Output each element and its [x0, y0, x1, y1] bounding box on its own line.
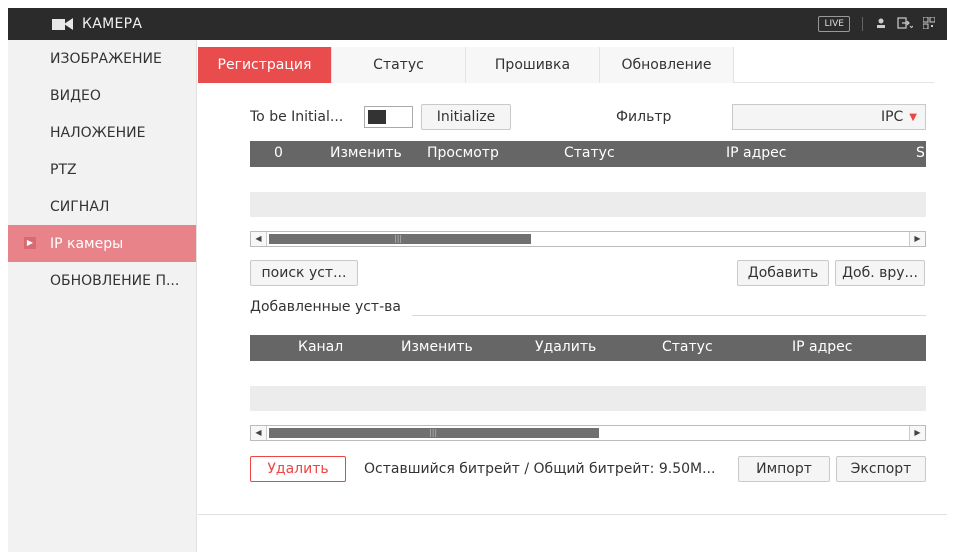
sidebar-item-label: ОБНОВЛЕНИЕ П...	[50, 272, 180, 289]
sidebar-item-ip-cameras[interactable]: ▶ IP камеры	[8, 225, 196, 262]
bitrate-text: Оставшийся битрейт / Общий битрейт: 9.50…	[364, 461, 716, 477]
sidebar-item-label: IP камеры	[50, 235, 124, 252]
column-header[interactable]: S	[916, 145, 925, 161]
delete-button[interactable]: Удалить	[250, 456, 346, 482]
filter-select[interactable]: IPC ▼	[732, 104, 926, 130]
column-header[interactable]: Удалить	[535, 339, 596, 355]
added-devices-title: Добавленные уст-ва	[250, 299, 401, 315]
column-header[interactable]: Просмотр	[427, 145, 499, 161]
tab-bar: Регистрация Статус Прошивка Обновление	[198, 47, 934, 83]
table-header: 0 Изменить Просмотр Статус IP адрес S	[250, 141, 926, 167]
chevron-down-icon: ▼	[909, 111, 917, 123]
column-header[interactable]: Изменить	[401, 339, 473, 355]
column-header[interactable]: Канал	[298, 339, 343, 355]
sidebar-item-label: ИЗОБРАЖЕНИЕ	[50, 50, 162, 67]
footer-divider	[198, 514, 947, 515]
uninitialized-toggle[interactable]	[364, 106, 413, 128]
camera-icon	[52, 17, 74, 31]
user-icon[interactable]	[875, 17, 887, 32]
scroll-left-icon[interactable]: ◀	[251, 426, 267, 440]
table-row[interactable]	[250, 386, 926, 411]
sidebar-item-signal[interactable]: СИГНАЛ	[8, 188, 196, 225]
scroll-right-icon[interactable]: ▶	[909, 426, 925, 440]
table-row[interactable]	[250, 411, 926, 425]
sidebar-item-label: СИГНАЛ	[50, 198, 110, 215]
added-devices-table: Канал Изменить Удалить Статус IP адрес ◀…	[250, 335, 926, 441]
page-title: КАМЕРА	[82, 16, 143, 32]
main-content: Регистрация Статус Прошивка Обновление T…	[198, 40, 947, 552]
import-button[interactable]: Импорт	[738, 456, 830, 482]
sidebar-item-label: ВИДЕО	[50, 87, 101, 104]
sidebar: ИЗОБРАЖЕНИЕ ВИДЕО НАЛОЖЕНИЕ PTZ СИГНАЛ ▶…	[8, 40, 197, 552]
table-row[interactable]	[250, 361, 926, 386]
tab-registration[interactable]: Регистрация	[198, 47, 332, 83]
chevron-right-icon: ▶	[24, 237, 36, 249]
tab-firmware[interactable]: Прошивка	[466, 47, 600, 83]
tab-update[interactable]: Обновление	[600, 47, 734, 83]
section-divider	[412, 315, 926, 316]
sidebar-item-video[interactable]: ВИДЕО	[8, 77, 196, 114]
to-be-initialized-label: To be Initial...	[250, 109, 344, 125]
column-header[interactable]: IP адрес	[726, 145, 786, 161]
horizontal-scrollbar[interactable]: ◀ ||| ▶	[250, 425, 926, 441]
logout-icon[interactable]	[897, 16, 914, 32]
initialize-button[interactable]: Initialize	[421, 104, 511, 130]
table-row[interactable]	[250, 217, 926, 231]
filter-value: IPC	[880, 109, 904, 125]
column-header[interactable]: IP адрес	[792, 339, 852, 355]
table-row[interactable]	[250, 192, 926, 217]
scroll-left-icon[interactable]: ◀	[251, 232, 267, 246]
sidebar-item-label: PTZ	[50, 161, 77, 178]
manual-add-button[interactable]: Доб. вру...	[835, 260, 925, 286]
export-button[interactable]: Экспорт	[836, 456, 926, 482]
horizontal-scrollbar[interactable]: ◀ ||| ▶	[250, 231, 926, 247]
qr-icon[interactable]	[922, 16, 936, 32]
scroll-right-icon[interactable]: ▶	[909, 232, 925, 246]
sidebar-item-ptz[interactable]: PTZ	[8, 151, 196, 188]
tab-status[interactable]: Статус	[332, 47, 466, 83]
table-header: Канал Изменить Удалить Статус IP адрес	[250, 335, 926, 361]
column-header[interactable]: 0	[274, 145, 283, 161]
add-button[interactable]: Добавить	[737, 260, 829, 286]
column-header[interactable]: Статус	[662, 339, 713, 355]
sidebar-item-label: НАЛОЖЕНИЕ	[50, 124, 146, 141]
sidebar-item-overlay[interactable]: НАЛОЖЕНИЕ	[8, 114, 196, 151]
sidebar-item-image[interactable]: ИЗОБРАЖЕНИЕ	[8, 40, 196, 77]
table-row[interactable]	[250, 167, 926, 192]
column-header[interactable]: Изменить	[330, 145, 402, 161]
search-device-button[interactable]: поиск уст...	[250, 260, 358, 286]
column-header[interactable]: Статус	[564, 145, 615, 161]
top-bar: КАМЕРА LIVE	[8, 8, 947, 40]
sidebar-item-update[interactable]: ОБНОВЛЕНИЕ П...	[8, 262, 196, 299]
grip-icon: |||	[429, 428, 438, 437]
search-results-table: 0 Изменить Просмотр Статус IP адрес S ◀ …	[250, 141, 926, 247]
live-button[interactable]: LIVE	[818, 16, 850, 32]
divider	[862, 17, 863, 31]
filter-label: Фильтр	[616, 109, 672, 125]
grip-icon: |||	[394, 234, 403, 243]
